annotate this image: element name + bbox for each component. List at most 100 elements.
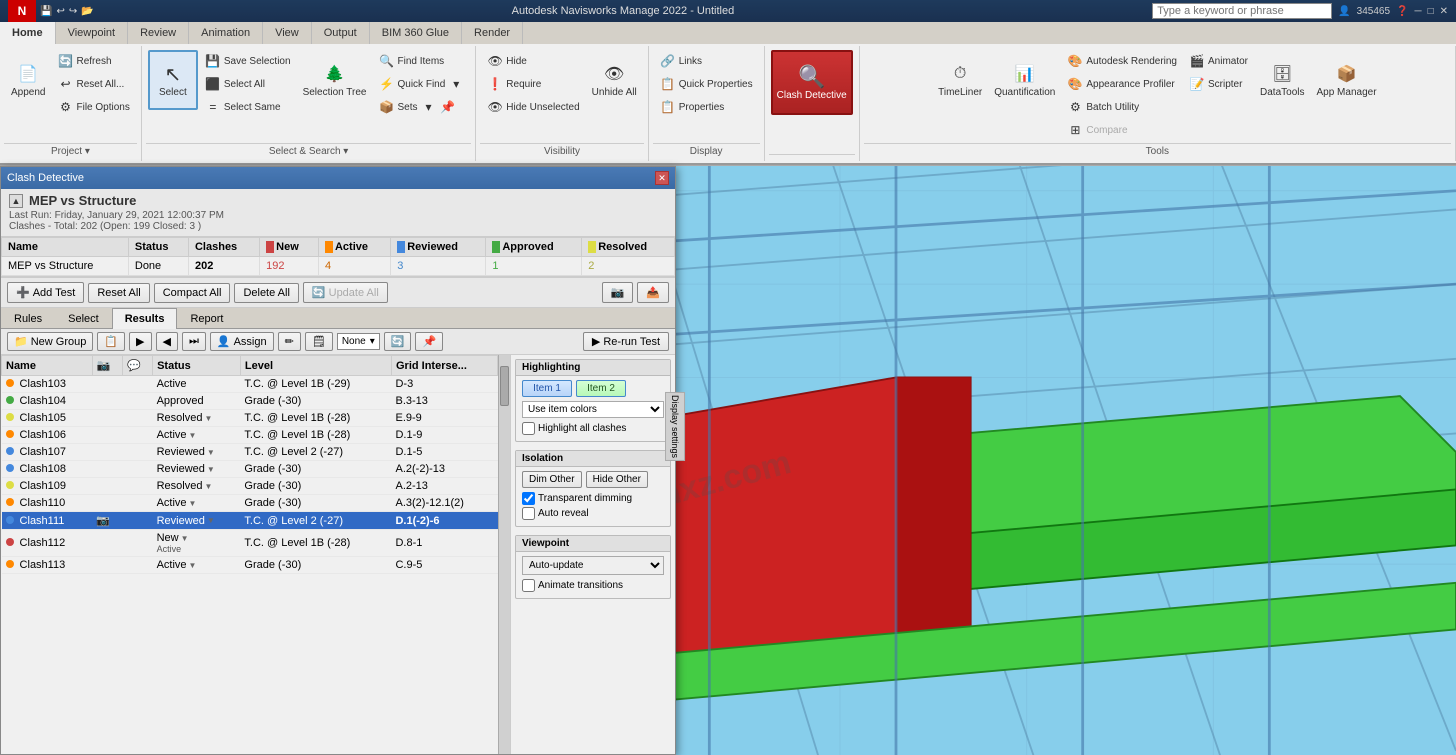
update-all-button[interactable]: 🔄 Update All (303, 282, 388, 303)
batch-utility-button[interactable]: ⚙ Batch Utility (1062, 96, 1182, 118)
use-item-colors-select[interactable]: Use item colors (522, 401, 664, 418)
refresh-button[interactable]: 🔄 Refresh (52, 50, 134, 72)
select-all-button[interactable]: ⬛ Select All (200, 73, 296, 95)
table-row[interactable]: Clash112 New ▼ Active T.C. @ Level 1B (-… (2, 530, 498, 557)
compare-button[interactable]: ⊞ Compare (1062, 119, 1182, 141)
animator-button[interactable]: 🎬 Animator (1184, 50, 1253, 72)
delete-all-button[interactable]: Delete All (234, 283, 298, 303)
hide-button[interactable]: 👁 Hide (482, 50, 584, 72)
links-button[interactable]: 🔗 Links (655, 50, 758, 72)
sets-dropdown[interactable]: ▾ (421, 99, 437, 115)
tab-report[interactable]: Report (177, 308, 236, 329)
tab-view[interactable]: View (263, 22, 312, 44)
item1-button[interactable]: Item 1 (522, 380, 572, 397)
dim-other-button[interactable]: Dim Other (522, 471, 582, 488)
unhide-all-button[interactable]: 👁 Unhide All (587, 50, 642, 110)
results-scrollbar[interactable] (498, 355, 510, 754)
quick-access-redo[interactable]: ↪ (69, 6, 77, 17)
display-settings-tab[interactable]: Display settings (665, 391, 675, 460)
tab-bim360[interactable]: BIM 360 Glue (370, 22, 462, 44)
assign-button[interactable]: 👤 Assign (210, 332, 274, 351)
file-options-button[interactable]: ⚙ File Options (52, 96, 134, 118)
autodesk-rendering-button[interactable]: 🎨 Autodesk Rendering (1062, 50, 1182, 72)
table-row[interactable]: Clash108 Reviewed ▼ Grade (-30) A.2(-2)-… (2, 461, 498, 478)
transparent-dimming-checkbox[interactable] (522, 492, 535, 505)
new-group-button[interactable]: 📁 New Group (7, 332, 93, 351)
table-row[interactable]: Clash106 Active ▼ T.C. @ Level 1B (-28) … (2, 427, 498, 444)
find-items-button[interactable]: 🔍 Find Items (374, 50, 470, 72)
compact-all-button[interactable]: Compact All (154, 283, 231, 303)
help-icon[interactable]: ❓ (1396, 6, 1408, 17)
add-test-button[interactable]: ➕ Add Test (7, 282, 84, 303)
scrollbar-thumb[interactable] (500, 366, 509, 406)
icon-btn-8[interactable]: 📌 (415, 332, 443, 351)
icon-btn-4[interactable]: ⏭ (182, 332, 206, 351)
icon-btn-5[interactable]: ✏ (278, 332, 301, 351)
reset-all-button[interactable]: ↩ Reset All... (52, 73, 134, 95)
quick-properties-button[interactable]: 📋 Quick Properties (655, 73, 758, 95)
icon-btn-1[interactable]: 📋 (97, 332, 125, 351)
table-row[interactable]: Clash111 📷 Reviewed ▼ T.C. @ Level 2 (-2… (2, 512, 498, 530)
quick-find-button[interactable]: ⚡ Quick Find ▾ (374, 73, 470, 95)
save-selection-button[interactable]: 💾 Save Selection (200, 50, 296, 72)
datatools-button[interactable]: 🗄 DataTools (1255, 50, 1309, 110)
clash-detective-button[interactable]: 🔍 Clash Detective (771, 50, 853, 115)
quick-access-undo[interactable]: ↩ (56, 6, 64, 17)
title-search-input[interactable] (1152, 3, 1332, 19)
table-row[interactable]: Clash109 Resolved ▼ Grade (-30) A.2-13 (2, 478, 498, 495)
item2-button[interactable]: Item 2 (576, 380, 626, 397)
quick-find-dropdown[interactable]: ▾ (448, 76, 464, 92)
tab-output[interactable]: Output (312, 22, 370, 44)
table-row[interactable]: Clash104 Approved Grade (-30) B.3-13 (2, 393, 498, 410)
table-row[interactable]: Clash105 Resolved ▼ T.C. @ Level 1B (-28… (2, 410, 498, 427)
select-button[interactable]: ↖ Select (148, 50, 198, 110)
camera-icon-button[interactable]: 📷 (602, 282, 634, 303)
select-same-button[interactable]: = Select Same (200, 96, 296, 118)
highlight-all-checkbox[interactable] (522, 422, 535, 435)
selection-tree-button[interactable]: 🌲 Selection Tree (298, 50, 372, 110)
table-row[interactable]: Clash103 Active T.C. @ Level 1B (-29) D-… (2, 376, 498, 393)
scripter-button[interactable]: 📝 Scripter (1184, 73, 1253, 95)
appearance-profiler-button[interactable]: 🎨 Appearance Profiler (1062, 73, 1182, 95)
icon-btn-3[interactable]: ◀ (156, 332, 178, 351)
table-row[interactable]: Clash110 Active ▼ Grade (-30) A.3(2)-12.… (2, 495, 498, 512)
tab-render[interactable]: Render (462, 22, 523, 44)
icon-btn-7[interactable]: 🔄 (384, 332, 412, 351)
collapse-button[interactable]: ▲ (9, 194, 23, 208)
viewpoint-select[interactable]: Auto-update (522, 556, 664, 575)
none-dropdown[interactable]: None ▾ (337, 333, 380, 350)
animate-transitions-checkbox[interactable] (522, 579, 535, 592)
table-row[interactable]: Clash107 Reviewed ▼ T.C. @ Level 2 (-27)… (2, 444, 498, 461)
hide-other-button[interactable]: Hide Other (586, 471, 648, 488)
quantification-button[interactable]: 📊 Quantification (989, 50, 1060, 110)
clash-summary-row[interactable]: MEP vs Structure Done 202 192 4 3 1 2 (2, 257, 675, 276)
properties-button[interactable]: 📋 Properties (655, 96, 758, 118)
panel-close-button[interactable]: ✕ (655, 171, 669, 185)
row-status: Reviewed ▼ (153, 512, 241, 530)
close-btn[interactable]: ✕ (1440, 6, 1448, 17)
quick-access-open[interactable]: 📂 (81, 6, 93, 17)
reset-all-button[interactable]: Reset All (88, 283, 149, 303)
append-button[interactable]: 📄 Append (6, 50, 50, 110)
tab-home[interactable]: Home (0, 22, 56, 44)
hide-unselected-button[interactable]: 👁 Hide Unselected (482, 96, 584, 118)
tab-viewpoint[interactable]: Viewpoint (56, 22, 129, 44)
maximize-btn[interactable]: □ (1428, 6, 1434, 17)
icon-btn-2[interactable]: ▶ (129, 332, 151, 351)
tab-animation[interactable]: Animation (189, 22, 263, 44)
minimize-btn[interactable]: ─ (1414, 6, 1421, 17)
require-button[interactable]: ❗ Require (482, 73, 584, 95)
tab-results[interactable]: Results (112, 308, 178, 329)
table-row[interactable]: Clash113 Active ▼ Grade (-30) C.9-5 (2, 557, 498, 574)
quick-access-save[interactable]: 💾 (40, 6, 52, 17)
icon-btn-6[interactable]: 🗒 (305, 332, 333, 351)
rerun-test-button[interactable]: ▶ Re-run Test (583, 332, 669, 351)
timeliner-button[interactable]: ⏱ TimeLiner (933, 50, 987, 110)
app-manager-button[interactable]: 📦 App Manager (1311, 50, 1381, 110)
export-button[interactable]: 📤 (637, 282, 669, 303)
tab-review[interactable]: Review (128, 22, 189, 44)
tab-rules[interactable]: Rules (1, 308, 55, 329)
auto-reveal-checkbox[interactable] (522, 507, 535, 520)
sets-button[interactable]: 📦 Sets ▾ 📌 (374, 96, 470, 118)
tab-select[interactable]: Select (55, 308, 112, 329)
